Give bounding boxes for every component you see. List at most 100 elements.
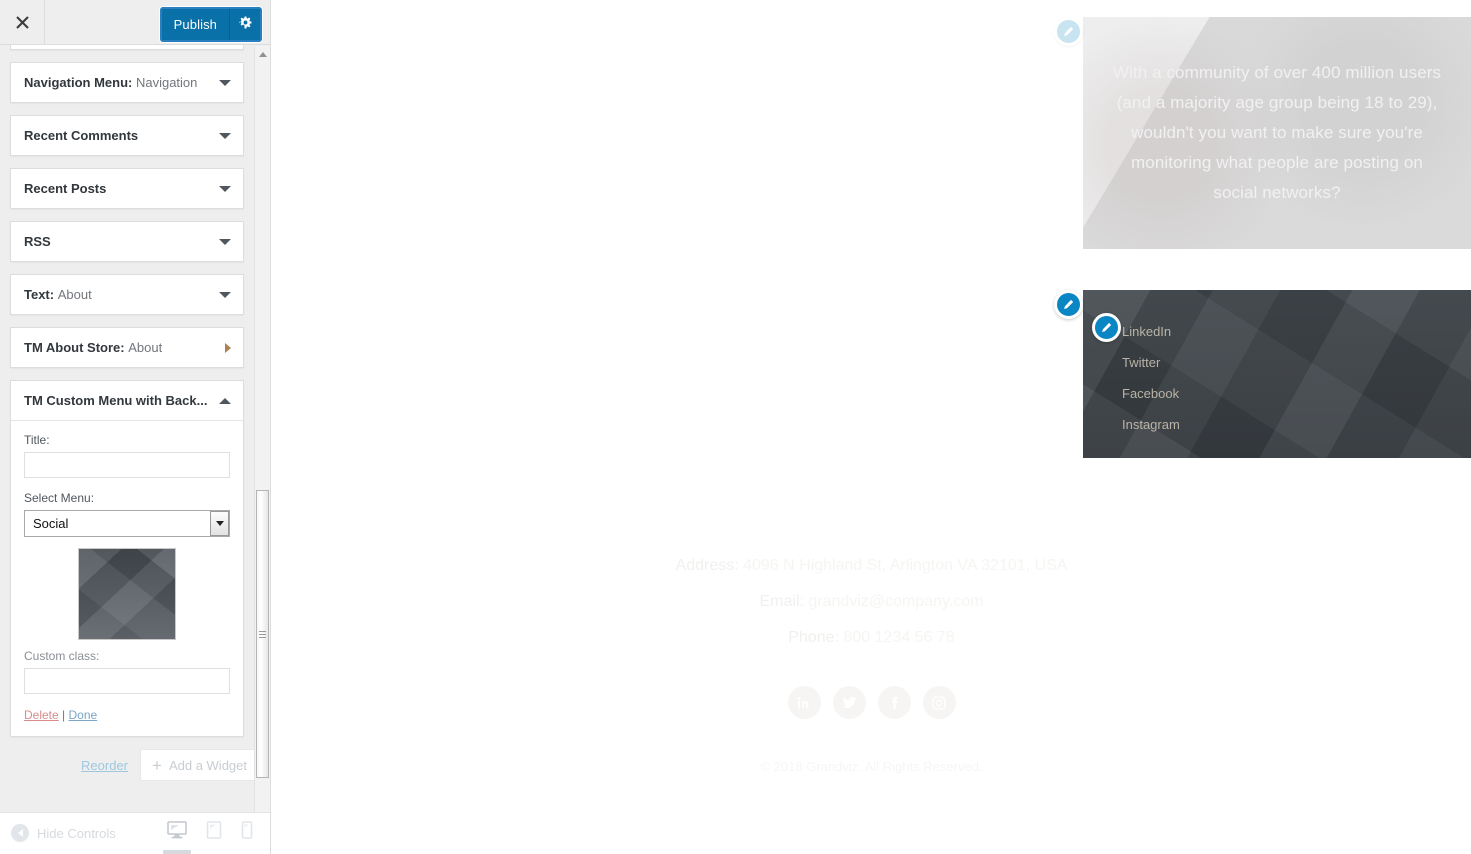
widget-title: RSS: [24, 234, 51, 249]
customizer-sidebar: Publish Meta Navigation Menu: N: [0, 0, 271, 854]
widget-accordion-item[interactable]: RSS: [10, 221, 244, 262]
links-separator: |: [62, 708, 66, 722]
publish-group: Publish: [159, 7, 262, 42]
email-value[interactable]: grandviz@company.com: [808, 593, 983, 610]
collapse-icon: [11, 824, 29, 842]
hide-controls-button[interactable]: Hide Controls: [11, 824, 116, 842]
delete-widget-link[interactable]: Delete: [24, 708, 59, 722]
publish-settings-button[interactable]: [230, 9, 260, 40]
twitter-icon: [841, 696, 857, 709]
social-menu-block: LinkedIn Twitter Facebook Instagram: [1083, 290, 1471, 458]
active-device-indicator: [163, 850, 191, 854]
widget-header[interactable]: RSS: [11, 222, 243, 261]
social-link-instagram[interactable]: [922, 686, 956, 719]
publish-button[interactable]: Publish: [161, 9, 230, 40]
widget-header[interactable]: Text: About: [11, 275, 243, 314]
done-link[interactable]: Done: [69, 708, 98, 722]
widget-header[interactable]: TM About Store: About: [11, 328, 243, 367]
add-widget-label: Add a Widget: [168, 757, 247, 773]
social-menu-item[interactable]: Instagram: [1122, 409, 1471, 440]
widget-settings-form: Title: Select Menu: Social Custom class:: [11, 420, 243, 736]
hero-text-block: With a community of over 400 million use…: [1083, 17, 1471, 249]
device-mobile-button[interactable]: [241, 821, 253, 850]
widget-header[interactable]: TM Custom Menu with Back...: [11, 381, 243, 420]
widget-accordion-item[interactable]: Meta: [10, 45, 244, 50]
widget-accordion-item[interactable]: Navigation Menu: Navigation: [10, 62, 244, 103]
widget-header[interactable]: Recent Comments: [11, 116, 243, 155]
widget-title: Recent Comments: [24, 128, 139, 143]
widget-header[interactable]: Recent Posts: [11, 169, 243, 208]
scrollbar-thumb[interactable]: [256, 490, 269, 778]
chevron-right-icon[interactable]: [225, 342, 231, 353]
edit-shortcut-social-widget-button[interactable]: [1054, 290, 1083, 319]
device-preview-switcher: [163, 821, 253, 854]
footer-phone-line: Phone: 800 1234 56 78: [272, 620, 1471, 656]
chevron-down-icon: [215, 521, 224, 526]
custom-class-input[interactable]: [24, 668, 230, 694]
linkedin-icon: [797, 696, 809, 708]
caret-up-icon: [258, 51, 267, 57]
pencil-icon: [1064, 26, 1074, 37]
widget-accordion-item[interactable]: TM About Store: About: [10, 327, 244, 368]
footer-social-icons: [272, 686, 1471, 719]
widget-title: Navigation Menu: Navigation: [24, 75, 198, 90]
widget-accordion-item-expanded[interactable]: TM Custom Menu with Back... Title: Selec…: [10, 380, 244, 737]
title-input[interactable]: [24, 452, 230, 478]
widget-header[interactable]: Meta: [11, 45, 243, 49]
close-customizer-button[interactable]: [0, 0, 45, 44]
widget-title: Recent Posts: [24, 181, 107, 196]
device-tablet-button[interactable]: [206, 821, 222, 850]
social-link-facebook[interactable]: [877, 686, 911, 719]
chevron-down-icon[interactable]: [219, 291, 231, 298]
social-link-linkedin[interactable]: [787, 686, 821, 719]
widgets-scroll-region[interactable]: Meta Navigation Menu: Navigation Recent …: [0, 45, 270, 787]
address-value: 4096 N Highland St, Arlington VA 32101, …: [743, 557, 1068, 574]
widget-accordion-item[interactable]: Recent Comments: [10, 115, 244, 156]
widget-header[interactable]: Navigation Menu: Navigation: [11, 63, 243, 102]
facebook-icon: [892, 696, 898, 709]
grip-icon: [259, 629, 266, 640]
address-label: Address:: [675, 557, 739, 574]
chevron-down-icon[interactable]: [219, 185, 231, 192]
sidebar-scrollbar[interactable]: [254, 46, 270, 832]
plus-icon: +: [152, 755, 162, 775]
edit-shortcut-menu-item-button[interactable]: [1092, 313, 1121, 342]
widget-actions: Reorder + Add a Widget: [0, 749, 270, 781]
chevron-down-icon[interactable]: [219, 238, 231, 245]
widget-accordion-item[interactable]: Recent Posts: [10, 168, 244, 209]
title-field-label: Title:: [24, 433, 50, 447]
select-menu-label: Select Menu:: [24, 491, 95, 505]
customizer-footer: Hide Controls: [0, 812, 270, 854]
social-menu-item[interactable]: Facebook: [1122, 378, 1471, 409]
email-label: Email:: [759, 593, 804, 610]
phone-value[interactable]: 800 1234 56 78: [843, 629, 954, 646]
select-menu-dropdown[interactable]: Social: [24, 510, 230, 537]
widget-accordion-item[interactable]: Text: About: [10, 274, 244, 315]
widget-title: Text: About: [24, 287, 92, 302]
dropdown-arrow-button[interactable]: [210, 511, 229, 536]
social-link-twitter[interactable]: [832, 686, 866, 719]
social-menu-item[interactable]: Twitter: [1122, 347, 1471, 378]
select-menu-value[interactable]: Social: [24, 510, 230, 537]
scroll-up-button[interactable]: [255, 46, 270, 62]
chevron-up-icon[interactable]: [219, 397, 231, 404]
site-footer-info: Address: 4096 N Highland St, Arlington V…: [272, 548, 1471, 774]
custom-class-label: Custom class:: [24, 649, 100, 663]
chevron-down-icon[interactable]: [219, 79, 231, 86]
device-desktop-button[interactable]: [163, 821, 191, 854]
customizer-header: Publish: [0, 0, 270, 45]
footer-email-line: Email: grandviz@company.com: [272, 584, 1471, 620]
edit-shortcut-hero-button[interactable]: [1054, 17, 1083, 46]
desktop-icon: [167, 821, 187, 839]
add-widget-button[interactable]: + Add a Widget: [140, 749, 262, 781]
social-menu-item[interactable]: LinkedIn: [1122, 316, 1471, 347]
hero-paragraph: With a community of over 400 million use…: [1112, 63, 1442, 202]
mobile-icon: [241, 821, 253, 839]
close-icon: [15, 15, 30, 30]
chevron-down-icon[interactable]: [219, 132, 231, 139]
widget-title: TM About Store: About: [24, 340, 163, 355]
hide-controls-label: Hide Controls: [37, 825, 116, 841]
background-image-thumbnail[interactable]: [78, 548, 176, 640]
reorder-link[interactable]: Reorder: [81, 758, 128, 773]
footer-copyright: © 2018 Grandviz. All Rights Reserved.: [760, 759, 983, 774]
